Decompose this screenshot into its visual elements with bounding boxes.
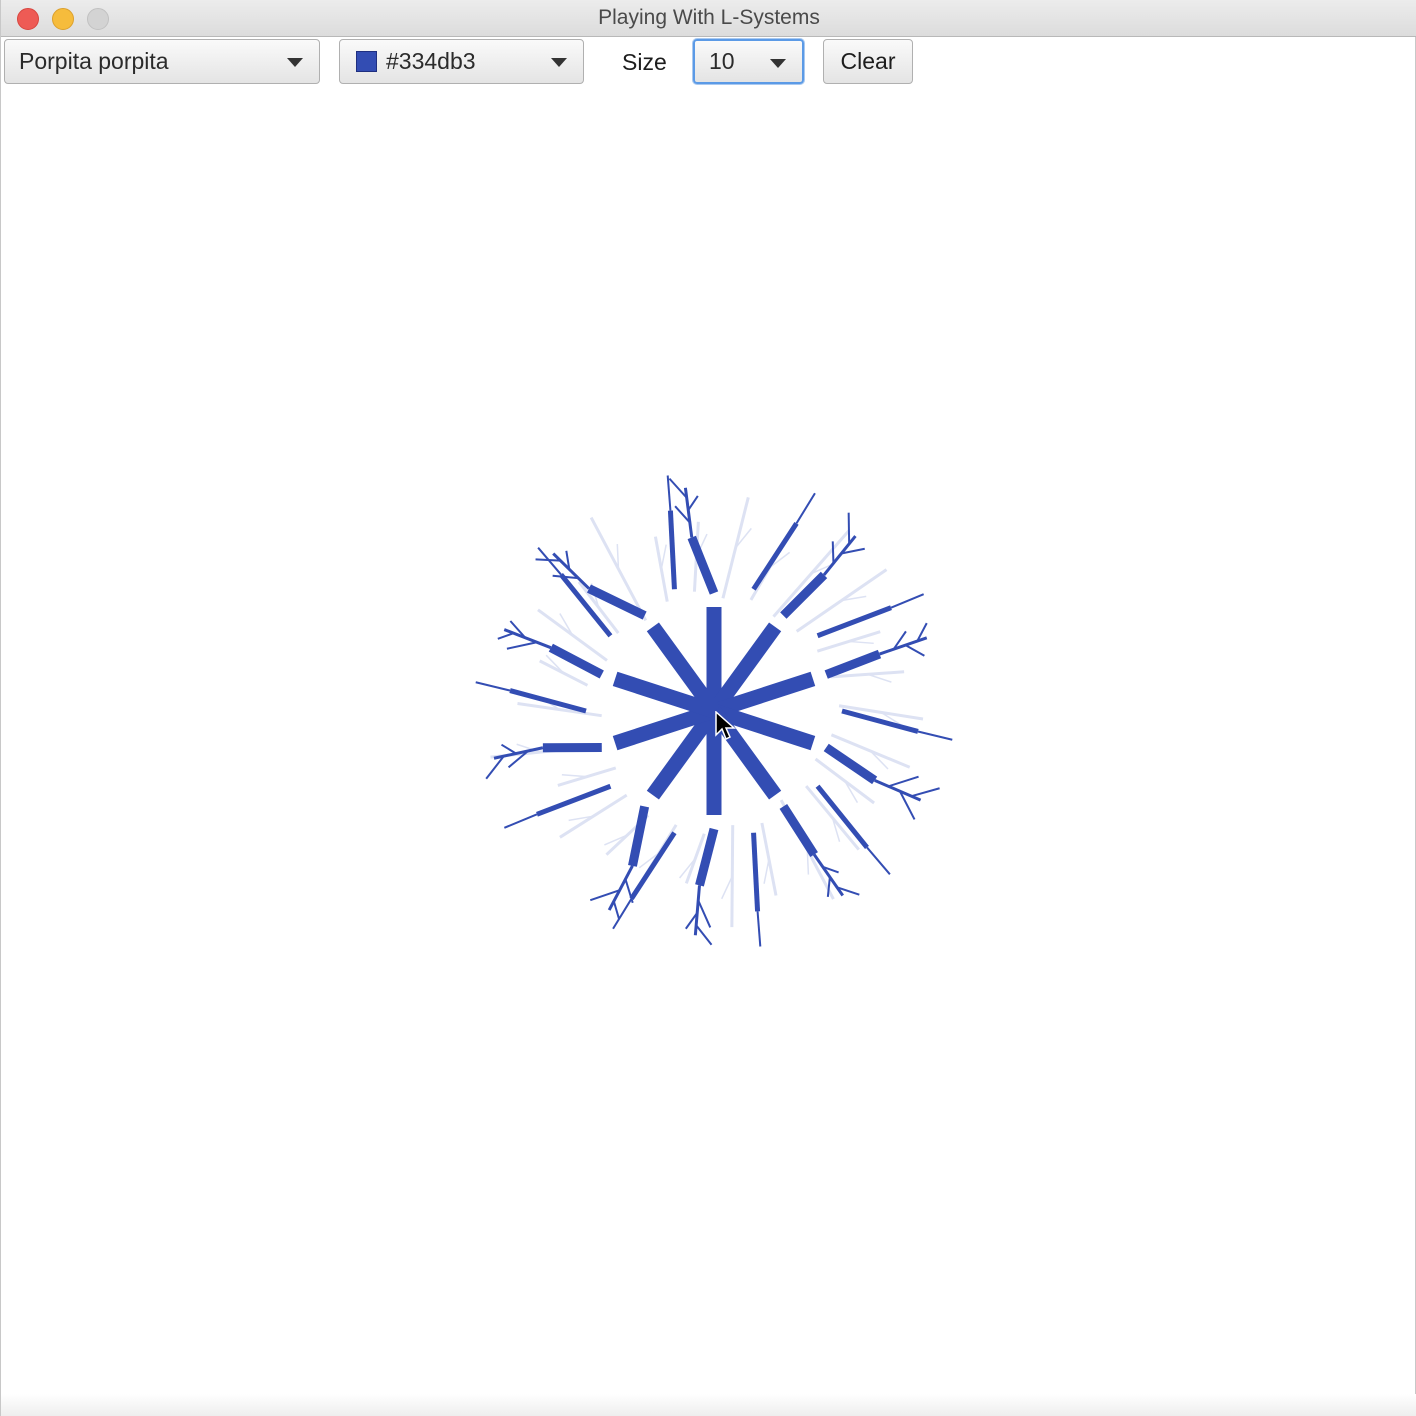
app-window: Playing With L-Systems Porpita porpita #… [0, 0, 1416, 1416]
secondary-branch [751, 521, 799, 591]
secondary-tip [666, 475, 672, 511]
side-twig [624, 878, 634, 904]
secondary-tip [503, 813, 538, 829]
side-twig [687, 495, 699, 511]
secondary-branch [751, 832, 761, 912]
side-twig [831, 541, 835, 564]
ghost-branch [721, 496, 750, 599]
branch-tip [683, 487, 694, 538]
secondary-branch [536, 783, 612, 817]
title-bar[interactable]: Playing With L-Systems [1, 0, 1416, 37]
branch-tip [878, 636, 928, 656]
side-twig [497, 632, 514, 640]
side-twig [535, 558, 561, 562]
secondary-tip [612, 898, 633, 930]
toolbar: Porpita porpita #334db3 Size 10 Clear [1, 37, 1416, 89]
color-picker[interactable]: #334db3 [339, 39, 584, 84]
size-label: Size [622, 49, 667, 75]
clear-button[interactable]: Clear [823, 39, 913, 84]
size-select-value: 10 [709, 48, 735, 74]
side-twig [695, 924, 713, 946]
outer-branch [628, 805, 650, 867]
window-title: Playing With L-Systems [598, 6, 820, 29]
secondary-branch [815, 784, 869, 850]
ghost-twig [867, 673, 892, 683]
ghost-twig [660, 544, 667, 570]
ghost-twig [561, 774, 587, 778]
secondary-tip [890, 593, 925, 609]
drawing-canvas[interactable] [2, 89, 1416, 1394]
outer-branch [779, 804, 818, 857]
side-twig [506, 641, 538, 650]
secondary-tip [475, 681, 511, 692]
ghost-branch [805, 785, 860, 851]
outer-branch [823, 743, 878, 785]
chevron-down-icon [770, 59, 786, 68]
color-swatch [356, 51, 377, 72]
size-select[interactable]: 10 [693, 39, 804, 84]
ghost-twig [763, 859, 770, 884]
side-twig [911, 787, 940, 798]
ghost-twig [848, 640, 874, 645]
outer-branch [824, 649, 882, 679]
l-system-drawing [475, 475, 953, 947]
chevron-down-icon [287, 58, 303, 67]
side-twig [612, 900, 621, 920]
species-select-value: Porpita porpita [19, 48, 169, 74]
species-select[interactable]: Porpita porpita [4, 39, 320, 84]
side-twig [888, 775, 919, 788]
secondary-tip [756, 911, 762, 947]
chevron-down-icon [551, 58, 567, 67]
window-bottom-edge [1, 1394, 1416, 1416]
secondary-tip [866, 846, 891, 875]
side-twig [697, 899, 712, 928]
secondary-branch [841, 708, 919, 734]
side-twig [500, 743, 517, 755]
secondary-tip [795, 492, 816, 524]
secondary-tip [917, 730, 953, 741]
mouse-pointer-icon [715, 711, 736, 741]
secondary-branch [667, 510, 677, 590]
side-twig [904, 644, 925, 657]
color-picker-value: #334db3 [386, 48, 476, 74]
